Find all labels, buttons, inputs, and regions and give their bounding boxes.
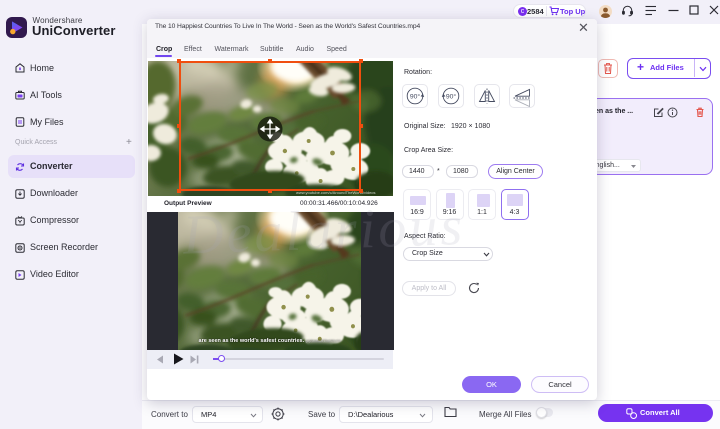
svg-text:90°: 90° [410,93,421,101]
svg-text:90°: 90° [445,93,456,101]
